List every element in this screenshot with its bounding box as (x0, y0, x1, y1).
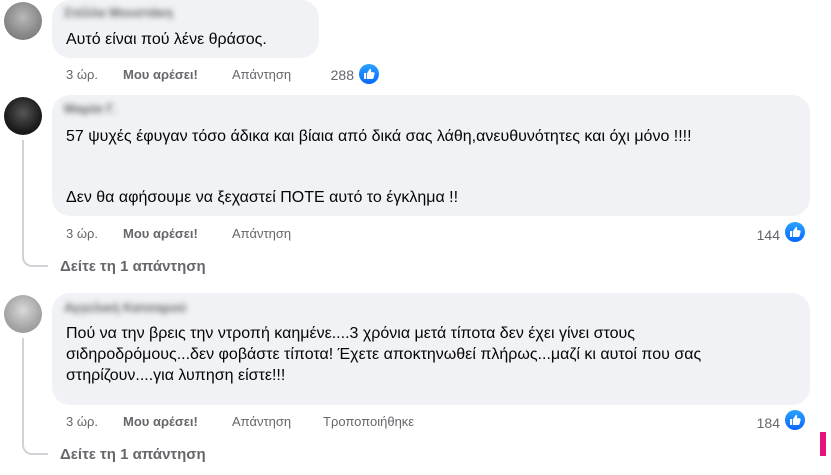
comment-bubble: Αγγελική Κατσαρού Πού να την βρεις την ν… (52, 293, 810, 405)
avatar[interactable] (4, 97, 42, 135)
reply-button[interactable]: Απάντηση (232, 414, 291, 430)
like-reaction-icon (785, 222, 805, 242)
thread-connector (22, 253, 48, 267)
avatar[interactable] (4, 2, 42, 40)
reaction-count[interactable]: 288 (318, 67, 354, 83)
like-button[interactable]: Μου αρέσει! (123, 226, 198, 242)
comment-text: Πού να την βρεις την ντροπή καημένε....3… (66, 325, 702, 384)
comment-bubble: Στέλλα Μουστάκη Αυτό είναι πού λένε θράσ… (52, 0, 319, 58)
comment-text: Δεν θα αφήσουμε να ξεχαστεί ΠΟΤΕ αυτό το… (66, 189, 459, 206)
comment-timestamp[interactable]: 3 ώρ. (66, 414, 98, 430)
comment-timestamp[interactable]: 3 ώρ. (66, 67, 98, 83)
reaction-count[interactable]: 144 (744, 227, 780, 243)
thread-connector (22, 140, 24, 255)
comment-bubble: Μαρία Γ. 57 ψυχές έφυγαν τόσο άδικα και … (52, 95, 810, 216)
comment-author[interactable]: Αγγελική Κατσαρού (64, 300, 186, 315)
reaction-count[interactable]: 184 (744, 415, 780, 431)
reply-button[interactable]: Απάντηση (232, 226, 291, 242)
comment-author[interactable]: Μαρία Γ. (64, 101, 116, 116)
like-button[interactable]: Μου αρέσει! (123, 414, 198, 430)
comment-text: Αυτό είναι πού λένε θράσος. (66, 31, 267, 48)
like-button[interactable]: Μου αρέσει! (123, 67, 198, 83)
reply-button[interactable]: Απάντηση (232, 67, 291, 83)
view-replies-link[interactable]: Δείτε τη 1 απάντηση (60, 258, 206, 275)
like-reaction-icon (785, 410, 805, 430)
comment-timestamp[interactable]: 3 ώρ. (66, 226, 98, 242)
comment-author[interactable]: Στέλλα Μουστάκη (64, 5, 173, 20)
edited-label: Τροποποιήθηκε (323, 414, 415, 429)
thread-connector (22, 441, 48, 455)
avatar[interactable] (4, 295, 42, 333)
comment-text: 57 ψυχές έφυγαν τόσο άδικα και βίαια από… (66, 128, 692, 145)
accent-marker (820, 432, 826, 456)
like-reaction-icon (359, 64, 379, 84)
view-replies-link[interactable]: Δείτε τη 1 απάντηση (60, 446, 206, 463)
thread-connector (22, 338, 24, 443)
